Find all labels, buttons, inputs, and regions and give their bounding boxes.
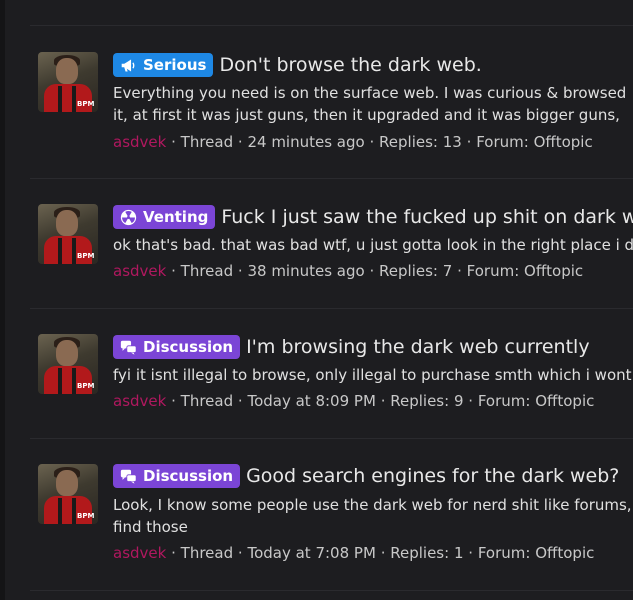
- author-link[interactable]: asdvek: [113, 262, 166, 280]
- prefix-label: Discussion: [143, 338, 234, 356]
- reply-count: Replies: 1: [390, 544, 464, 562]
- meta-sep: ·: [171, 392, 176, 410]
- meta-sep: ·: [380, 544, 386, 562]
- prefix-label: Serious: [143, 56, 207, 74]
- meta-sep: ·: [237, 544, 243, 562]
- avatar[interactable]: BPM: [38, 52, 98, 112]
- thread-time[interactable]: Today at 8:09 PM: [247, 392, 375, 410]
- reply-count: Replies: 7: [379, 262, 453, 280]
- radiation-icon: [120, 209, 137, 225]
- forum-link[interactable]: Forum: Offtopic: [478, 544, 595, 562]
- chat-bubbles-icon: [120, 469, 137, 484]
- forum-link[interactable]: Forum: Offtopic: [467, 262, 584, 280]
- thread-meta: asdvek · Thread · Today at 7:08 PM · Rep…: [113, 544, 594, 562]
- prefix-badge-serious[interactable]: Serious: [113, 53, 214, 77]
- meta-sep: ·: [171, 133, 176, 151]
- divider: [30, 25, 633, 26]
- divider: [30, 438, 633, 439]
- meta-sep: ·: [171, 262, 176, 280]
- avatar[interactable]: BPM: [38, 464, 98, 524]
- author-link[interactable]: asdvek: [113, 544, 166, 562]
- divider: [30, 178, 633, 179]
- prefix-label: Venting: [143, 208, 209, 226]
- avatar[interactable]: BPM: [38, 334, 98, 394]
- thread-title[interactable]: Don't browse the dark web.: [219, 54, 481, 76]
- meta-sep: ·: [466, 133, 472, 151]
- chat-bubbles-icon: [120, 340, 137, 355]
- thread-snippet-line2: find those: [113, 518, 188, 536]
- forum-link[interactable]: Forum: Offtopic: [478, 392, 595, 410]
- thread-snippet: ok that's bad. that was bad wtf, u just …: [113, 236, 633, 254]
- prefix-label: Discussion: [143, 467, 234, 485]
- avatar[interactable]: BPM: [38, 204, 98, 264]
- meta-sep: ·: [237, 262, 243, 280]
- thread-snippet-line1: Look, I know some people use the dark we…: [113, 496, 633, 514]
- thread-time[interactable]: Today at 7:08 PM: [247, 544, 375, 562]
- thread-type: Thread: [180, 133, 234, 151]
- thread-time[interactable]: 38 minutes ago: [247, 262, 364, 280]
- forum-link[interactable]: Forum: Offtopic: [476, 133, 593, 151]
- prefix-badge-discussion[interactable]: Discussion: [113, 335, 241, 359]
- meta-sep: ·: [457, 262, 462, 280]
- meta-sep: ·: [237, 133, 243, 151]
- author-link[interactable]: asdvek: [113, 133, 166, 151]
- thread-meta: asdvek · Thread · 38 minutes ago · Repli…: [113, 262, 583, 280]
- thread-title[interactable]: Fuck I just saw the fucked up shit on da…: [221, 206, 633, 228]
- reply-count: Replies: 9: [390, 392, 464, 410]
- author-link[interactable]: asdvek: [113, 392, 166, 410]
- meta-sep: ·: [380, 392, 386, 410]
- meta-sep: ·: [369, 133, 375, 151]
- prefix-badge-venting[interactable]: Venting: [113, 205, 216, 229]
- thread-snippet: Everything you need is on the surface we…: [113, 84, 627, 124]
- thread-title[interactable]: I'm browsing the dark web currently: [246, 336, 589, 358]
- thread-type: Thread: [180, 262, 234, 280]
- thread-time[interactable]: 24 minutes ago: [247, 133, 364, 151]
- thread-meta: asdvek · Thread · Today at 8:09 PM · Rep…: [113, 392, 594, 410]
- thread-snippet: fyi it isnt illegal to browse, only ille…: [113, 366, 633, 384]
- thread-type: Thread: [180, 392, 234, 410]
- thread-title[interactable]: Good search engines for the dark web?: [246, 465, 619, 487]
- thread-meta: asdvek · Thread · 24 minutes ago · Repli…: [113, 133, 593, 151]
- megaphone-icon: [121, 59, 135, 71]
- reply-count: Replies: 13: [379, 133, 462, 151]
- meta-sep: ·: [468, 392, 474, 410]
- meta-sep: ·: [237, 392, 243, 410]
- prefix-badge-discussion[interactable]: Discussion: [113, 464, 241, 488]
- meta-sep: ·: [171, 544, 176, 562]
- divider: [30, 308, 633, 309]
- meta-sep: ·: [369, 262, 375, 280]
- thread-type: Thread: [180, 544, 234, 562]
- thread-list: BPM Serious Don't browse the dark web. E…: [5, 0, 633, 600]
- meta-sep: ·: [468, 544, 474, 562]
- divider: [30, 590, 633, 591]
